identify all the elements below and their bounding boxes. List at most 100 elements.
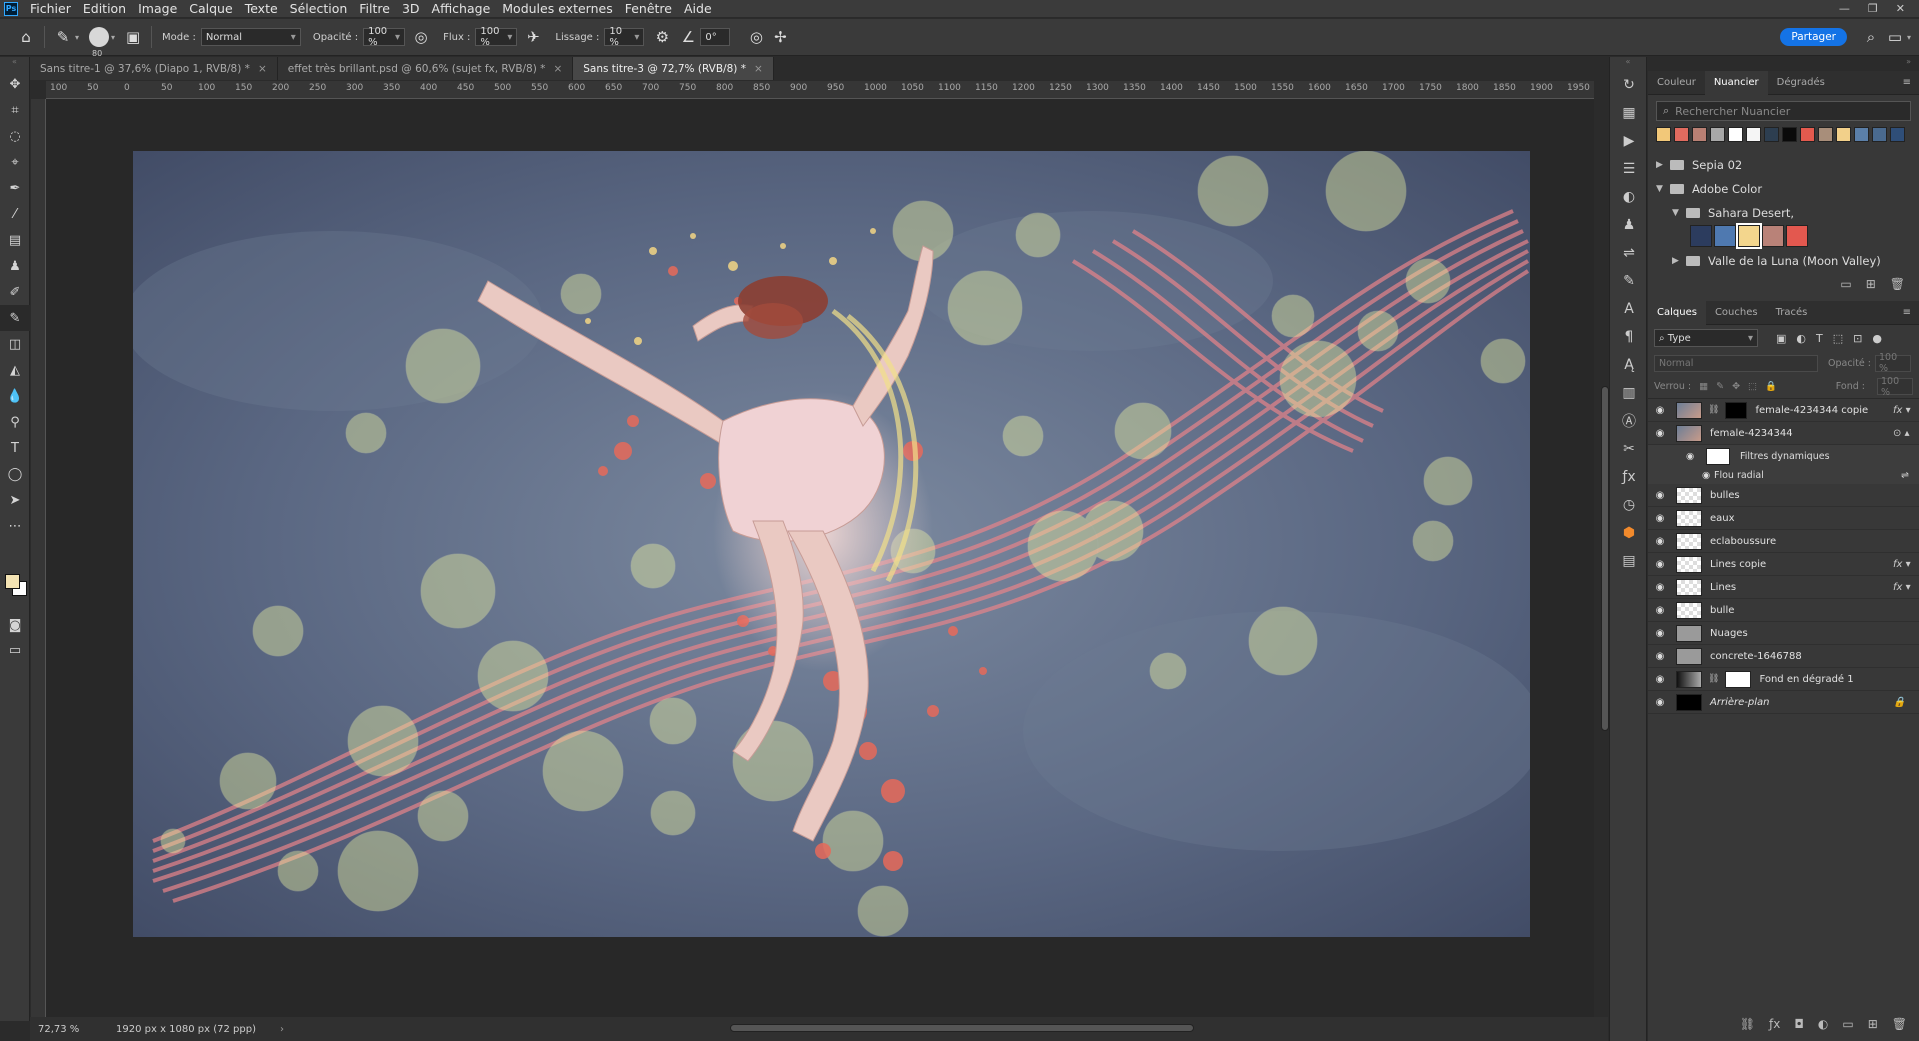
layer-filter-select[interactable]: ⌕ Type ▾ — [1654, 329, 1758, 347]
brush-size-picker[interactable]: 80 — [89, 27, 110, 58]
eye-icon[interactable]: ◉ — [1648, 628, 1672, 639]
eye-icon[interactable]: ◉ — [1648, 697, 1672, 708]
smart-filter-item[interactable]: ◉ Flou radial ⇌ — [1648, 467, 1919, 484]
character-icon[interactable]: A — [1610, 295, 1648, 323]
libraries-icon[interactable]: ▦ — [1610, 99, 1648, 127]
fx-icon[interactable]: fx ▾ — [1893, 559, 1919, 570]
layer-mask-thumbnail[interactable] — [1725, 401, 1748, 419]
close-icon[interactable]: × — [258, 63, 267, 75]
eye-icon[interactable]: ◉ — [1648, 513, 1672, 524]
swatch-group-adobe-color[interactable]: ▼ Adobe Color — [1648, 177, 1919, 201]
color-swatch[interactable] — [1872, 127, 1887, 142]
layer-row[interactable]: ◉ ⛓ Fond en dégradé 1 — [1648, 668, 1919, 691]
color-swatch[interactable] — [1714, 225, 1736, 247]
collapse-handle[interactable]: « — [0, 57, 29, 71]
swatch-group-sepia[interactable]: ▶ Sepia 02 — [1648, 153, 1919, 177]
eraser-tool-icon[interactable]: ◫ — [0, 331, 30, 357]
plugins-icon[interactable]: ▤ — [1610, 547, 1648, 575]
actions-icon[interactable]: ▶ — [1610, 127, 1648, 155]
dodge-tool-icon[interactable]: ⚲ — [0, 409, 30, 435]
panel-menu-icon[interactable]: ≡ — [1903, 307, 1919, 318]
color-swatch[interactable] — [1674, 127, 1689, 142]
screen-mode-icon[interactable]: ▭ — [0, 637, 30, 663]
smart-filters-row[interactable]: ◉ Filtres dynamiques — [1648, 445, 1919, 467]
scrollbar-thumb[interactable] — [730, 1024, 1194, 1032]
tab-calques[interactable]: Calques — [1648, 300, 1706, 325]
menu-fichier[interactable]: Fichier — [24, 0, 77, 18]
eye-icon[interactable]: ◉ — [1648, 536, 1672, 547]
type-tool-icon[interactable]: T — [0, 435, 30, 461]
trash-icon[interactable]: 🗑 — [1892, 1017, 1907, 1031]
menu-edition[interactable]: Edition — [77, 0, 132, 18]
menu-fenetre[interactable]: Fenêtre — [619, 0, 678, 18]
trash-icon[interactable]: 🗑 — [1890, 277, 1905, 291]
color-swatch[interactable] — [1764, 127, 1779, 142]
layer-opacity-input[interactable]: 100 % — [1874, 352, 1911, 374]
brush-settings-icon[interactable]: ⇌ — [1610, 239, 1648, 267]
color-swatch[interactable] — [1746, 127, 1761, 142]
tab-degrades[interactable]: Dégradés — [1768, 71, 1834, 95]
lasso-tool-icon[interactable]: ◌ — [0, 123, 30, 149]
stamp-tool-icon[interactable]: ♟ — [0, 253, 30, 279]
add-style-icon[interactable]: ƒx — [1769, 1017, 1780, 1031]
fx-icon[interactable]: fx ▾ — [1893, 582, 1919, 593]
color-swatch[interactable] — [1782, 127, 1797, 142]
layer-row[interactable]: ◉ Lines copie fx ▾ — [1648, 553, 1919, 576]
chevron-down-icon[interactable]: ▾ — [1907, 33, 1911, 42]
move-tool-icon[interactable]: ✥ — [0, 71, 30, 97]
eye-icon[interactable]: ◉ — [1648, 405, 1672, 416]
swatch-group-valle-de-la-luna[interactable]: ▶ Valle de la Luna (Moon Valley) — [1648, 249, 1919, 273]
scrollbar-thumb[interactable] — [1601, 386, 1609, 731]
more-tools-icon[interactable]: ⋯ — [0, 513, 30, 539]
filter-shape-icon[interactable]: ⬚ — [1833, 332, 1843, 345]
foreground-color-swatch[interactable] — [5, 574, 20, 589]
new-group-icon[interactable]: ▭ — [1842, 1017, 1853, 1031]
home-icon[interactable]: ⌂ — [14, 28, 38, 46]
search-icon[interactable]: ⌕ — [1859, 28, 1883, 46]
blur-tool-icon[interactable]: 💧 — [0, 383, 30, 409]
eye-icon[interactable]: ◉ — [1648, 559, 1672, 570]
eye-icon[interactable]: ◉ — [1648, 490, 1672, 501]
restore-icon[interactable]: ❐ — [1868, 2, 1878, 15]
swatch-search-input[interactable]: ⌕ Rechercher Nuancier — [1656, 101, 1911, 121]
paragraph-icon[interactable]: ¶ — [1610, 323, 1648, 351]
chevron-down-icon[interactable]: ▾ — [111, 33, 115, 42]
brush-tool-icon[interactable]: ✎ — [0, 305, 30, 331]
swatch-group-sahara-desert[interactable]: ▼ Sahara Desert, — [1648, 201, 1919, 225]
layer-row[interactable]: ◉ concrete-1646788 — [1648, 645, 1919, 668]
layer-row[interactable]: ◉ female-4234344 ⊙ ▴ — [1648, 422, 1919, 445]
angle-input[interactable]: 0° — [700, 28, 731, 46]
flow-input[interactable]: 100 % ▾ — [475, 26, 518, 48]
eye-icon[interactable]: ◉ — [1702, 470, 1714, 481]
chevron-right-icon[interactable]: › — [280, 1024, 284, 1035]
history-panel-icon[interactable]: ↻ — [1610, 71, 1648, 99]
menu-calque[interactable]: Calque — [183, 0, 238, 18]
tab-traces[interactable]: Tracés — [1767, 301, 1817, 325]
lock-artboard-icon[interactable]: ⬚ — [1748, 381, 1757, 392]
layer-row[interactable]: ◉ eclaboussure — [1648, 530, 1919, 553]
fill-input[interactable]: 100 % — [1877, 376, 1913, 398]
canvas-area[interactable] — [46, 99, 1594, 1017]
lock-position-icon[interactable]: ✥ — [1732, 381, 1740, 392]
healing-tool-icon[interactable]: ▤ — [0, 227, 30, 253]
layer-row[interactable]: ◉ Nuages — [1648, 622, 1919, 645]
eyedropper-tool-icon[interactable]: ⁄ — [0, 201, 30, 227]
lock-icon[interactable]: 🔒 — [1893, 697, 1919, 708]
tab-effet-tres-brillant[interactable]: effet très brillant.psd @ 60,6% (sujet f… — [277, 57, 574, 80]
menu-modules-externes[interactable]: Modules externes — [496, 0, 618, 18]
color-swatch[interactable] — [1728, 127, 1743, 142]
glyphs-icon[interactable]: Ą — [1610, 351, 1648, 379]
gear-icon[interactable]: ⚙ — [650, 28, 674, 46]
color-swatch[interactable] — [1836, 127, 1851, 142]
pressure-size-icon[interactable]: ◎ — [744, 28, 768, 46]
fx-icon[interactable]: fx ▾ — [1893, 405, 1919, 416]
tools-preset-icon[interactable]: ✂ — [1610, 435, 1648, 463]
color-swatch[interactable] — [1736, 223, 1762, 249]
color-swatch[interactable] — [1818, 127, 1833, 142]
menu-selection[interactable]: Sélection — [284, 0, 354, 18]
adjustments-icon[interactable]: ◐ — [1610, 183, 1648, 211]
layer-row[interactable]: ◉ bulle — [1648, 599, 1919, 622]
timeline-icon[interactable]: ◷ — [1610, 491, 1648, 519]
eye-icon[interactable]: ◉ — [1648, 582, 1672, 593]
paint-bucket-icon[interactable]: ◭ — [0, 357, 30, 383]
